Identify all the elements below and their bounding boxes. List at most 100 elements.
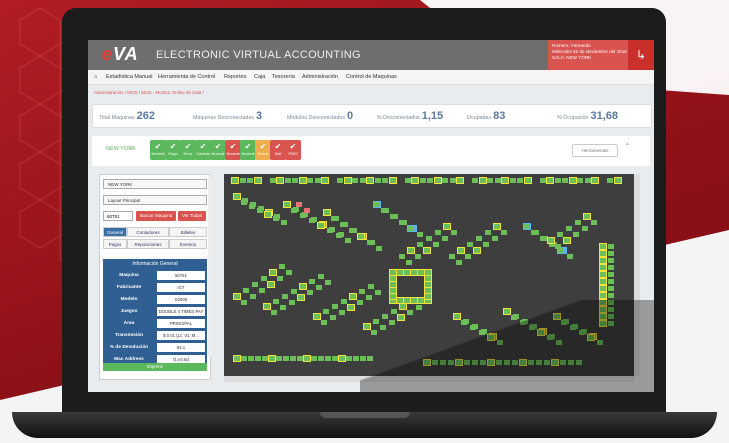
machine-tile[interactable] (254, 178, 261, 183)
machine-tile[interactable] (350, 294, 356, 299)
machine-tile[interactable] (408, 248, 414, 253)
machine-tile[interactable] (411, 270, 417, 275)
machine-tile[interactable] (339, 356, 345, 361)
machine-tile[interactable] (517, 178, 523, 183)
breadcrumb[interactable]: Administración / MCD / MCD - Monitor Onl… (94, 90, 204, 95)
machine-tile[interactable] (268, 282, 274, 287)
machine-tile[interactable] (291, 208, 297, 213)
machine-tile[interactable] (345, 238, 351, 243)
print-button[interactable]: Imprimir (103, 363, 207, 371)
machine-tile[interactable] (273, 216, 279, 221)
machine-tile[interactable] (316, 285, 322, 290)
machine-tile[interactable] (307, 290, 313, 295)
machine-tile[interactable] (271, 310, 277, 315)
machine-tile[interactable] (607, 178, 613, 183)
machine-tile[interactable] (492, 236, 498, 241)
machine-tile[interactable] (234, 356, 240, 361)
machine-tile[interactable] (502, 178, 508, 183)
machine-tile[interactable] (458, 248, 464, 253)
machine-tile[interactable] (408, 226, 414, 231)
machine-tile[interactable] (332, 304, 338, 309)
machine-tile[interactable] (404, 270, 410, 275)
machine-tile[interactable] (575, 220, 581, 225)
menu-item-estadistica[interactable]: Estadística Manual (106, 74, 152, 80)
machine-tile[interactable] (425, 288, 431, 293)
machine-tile[interactable] (323, 309, 329, 314)
machine-tile[interactable] (412, 178, 418, 183)
machine-tile[interactable] (376, 246, 382, 251)
machine-tile[interactable] (390, 214, 396, 219)
tab-reposiciones[interactable]: Reposiciones (127, 239, 169, 249)
panel-scrollbar[interactable] (208, 177, 212, 357)
machine-tile[interactable] (474, 248, 480, 253)
machine-tile[interactable] (290, 356, 296, 361)
machine-tile[interactable] (259, 288, 265, 293)
machine-tile[interactable] (324, 210, 330, 215)
tab-pagos[interactable]: Pagos (103, 239, 127, 249)
machine-tile[interactable] (368, 284, 374, 289)
machine-tile[interactable] (297, 356, 303, 361)
machine-tile[interactable] (331, 216, 337, 221)
machine-tile[interactable] (577, 178, 583, 183)
machine-tile[interactable] (465, 254, 471, 259)
machine-tile[interactable] (321, 320, 327, 325)
machine-tile[interactable] (600, 258, 606, 263)
machine-tile[interactable] (265, 212, 271, 217)
machine-tile[interactable] (277, 276, 283, 281)
machine-tile[interactable] (442, 236, 448, 241)
machine-tile[interactable] (280, 305, 286, 310)
machine-tile[interactable] (425, 276, 431, 281)
machine-tile[interactable] (257, 208, 263, 213)
status-button[interactable]: ✔ Sell (270, 140, 286, 160)
machine-tile[interactable] (241, 200, 247, 205)
machine-tile[interactable] (232, 178, 238, 183)
machine-tile[interactable] (584, 178, 591, 183)
machine-tile[interactable] (279, 264, 285, 269)
machine-tile[interactable] (524, 224, 530, 229)
menu-item-tesoreria[interactable]: Tesorería (272, 74, 295, 80)
machine-tile[interactable] (540, 236, 546, 241)
machine-tile[interactable] (501, 230, 507, 235)
layout-select[interactable]: Layout Principal (103, 195, 207, 205)
machine-tile[interactable] (261, 276, 267, 281)
machine-tile[interactable] (485, 230, 491, 235)
machine-tile[interactable] (304, 356, 310, 361)
machine-tile[interactable] (283, 356, 289, 361)
machine-tile[interactable] (358, 234, 364, 239)
machine-tile[interactable] (569, 178, 576, 183)
machine-tile[interactable] (243, 288, 249, 293)
machine-tile[interactable] (573, 232, 579, 237)
tab-contadores[interactable]: Contadores (127, 227, 169, 237)
machine-tile[interactable] (252, 282, 258, 287)
machine-tile[interactable] (566, 226, 572, 231)
machine-tile[interactable] (300, 213, 306, 218)
machine-tile[interactable] (390, 288, 396, 293)
machine-tile[interactable] (330, 315, 336, 320)
machine-tile[interactable] (325, 356, 331, 361)
status-button[interactable]: ✔ Fuera (255, 140, 271, 160)
machine-tile[interactable] (367, 240, 373, 245)
machine-tile[interactable] (614, 178, 621, 183)
machine-tile[interactable] (322, 178, 328, 183)
machine-tile[interactable] (340, 222, 346, 227)
status-button[interactable]: ✔ Normal (225, 140, 241, 160)
machine-tile[interactable] (311, 356, 317, 361)
machine-tile[interactable] (348, 305, 354, 310)
machine-tile[interactable] (241, 356, 247, 361)
machine-tile[interactable] (434, 178, 441, 183)
machine-tile[interactable] (608, 265, 614, 270)
machine-tile[interactable] (487, 178, 493, 183)
machine-input[interactable]: 50751 (103, 211, 133, 221)
machine-tile[interactable] (582, 226, 588, 231)
machine-tile[interactable] (425, 294, 431, 299)
logout-icon[interactable]: ↳ (628, 40, 654, 70)
machine-tile[interactable] (307, 178, 313, 183)
machine-tile[interactable] (600, 279, 606, 284)
machine-tile[interactable] (584, 214, 590, 219)
status-button[interactable]: ✔ Normal (240, 140, 256, 160)
machine-tile[interactable] (250, 294, 256, 299)
machine-tile[interactable] (286, 270, 292, 275)
machine-tile[interactable] (509, 178, 516, 183)
machine-tile[interactable] (281, 220, 287, 225)
room-select[interactable]: NEW YORK (103, 179, 207, 189)
